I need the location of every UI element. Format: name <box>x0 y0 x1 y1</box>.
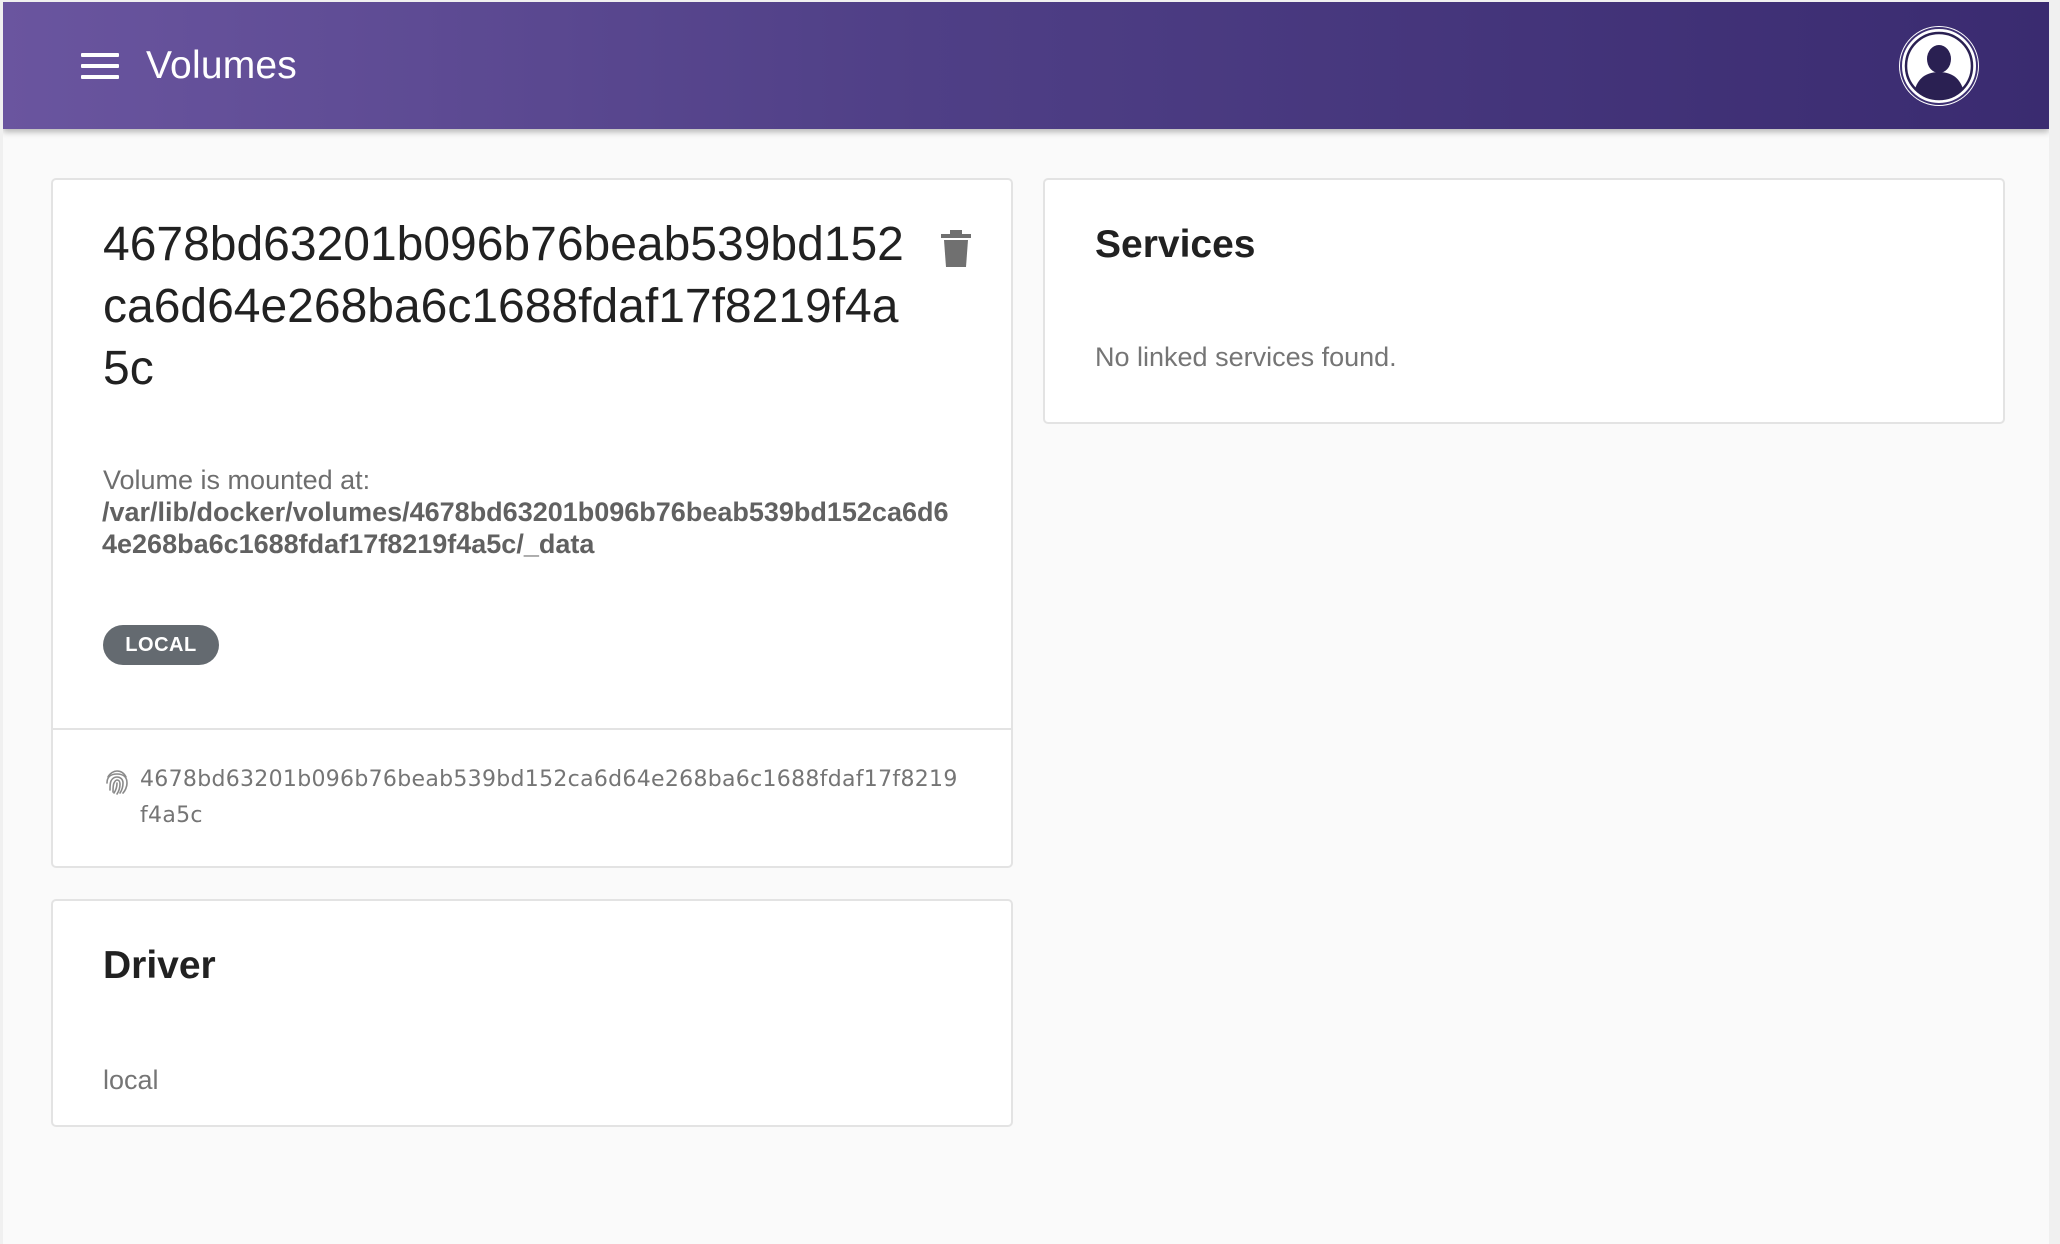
volume-id: 4678bd63201b096b76beab539bd152ca6d64e268… <box>140 767 958 828</box>
top-app-bar: Volumes <box>3 2 2049 129</box>
services-title: Services <box>1095 223 1256 266</box>
card-divider <box>53 728 1011 730</box>
menu-icon-line <box>81 75 119 79</box>
mount-label: Volume is mounted at: <box>103 465 371 495</box>
driver-badge: LOCAL <box>103 625 219 665</box>
page-title: Volumes <box>146 44 297 87</box>
driver-value: local <box>103 1065 159 1095</box>
account-circle-icon[interactable] <box>1899 26 1979 106</box>
volume-name: 4678bd63201b096b76beab539bd152ca6d64e268… <box>103 218 904 395</box>
trash-icon <box>941 230 971 267</box>
driver-title: Driver <box>103 944 216 987</box>
app-window: Volumes 4678bd63201b096b76beab539bd152ca… <box>3 2 2049 1244</box>
fingerprint-icon <box>106 770 128 795</box>
services-empty-message: No linked services found. <box>1095 342 1397 372</box>
driver-card: Driver local <box>51 899 1013 1127</box>
delete-button[interactable] <box>933 226 979 272</box>
menu-icon[interactable] <box>73 45 127 87</box>
menu-icon-line <box>81 53 119 57</box>
volume-details-card: 4678bd63201b096b76beab539bd152ca6d64e268… <box>51 178 1013 868</box>
menu-icon-line <box>81 64 119 68</box>
services-card: Services No linked services found. <box>1043 178 2005 424</box>
mount-path: /var/lib/docker/volumes/4678bd63201b096b… <box>102 497 949 559</box>
